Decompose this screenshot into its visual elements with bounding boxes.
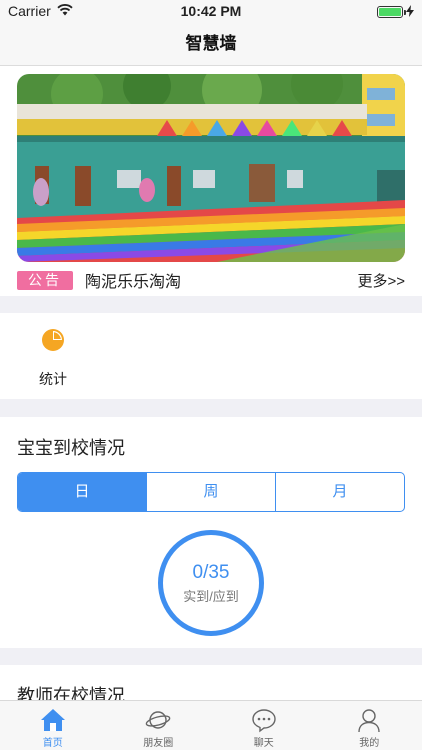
tab-bar: 首页 朋友圈 聊天 我的 [0, 700, 422, 750]
nav-bar: 智慧墙 [0, 22, 422, 66]
planet-icon [145, 707, 171, 733]
segment-month[interactable]: 月 [275, 473, 404, 511]
tab-home-label: 首页 [42, 738, 63, 749]
home-icon [40, 707, 66, 733]
section-divider [0, 648, 422, 665]
section-divider [0, 399, 422, 417]
notice-text[interactable]: 陶泥乐乐淘淘 [85, 268, 357, 292]
notice-row[interactable]: 公告 陶泥乐乐淘淘 更多>> [17, 268, 405, 292]
tab-profile[interactable]: 我的 [317, 701, 422, 750]
tab-moments[interactable]: 朋友圈 [106, 701, 212, 750]
battery-icon [377, 6, 406, 18]
stats-label: 统计 [39, 371, 67, 387]
chat-bubble-icon [251, 707, 277, 733]
attendance-caption: 实到/应到 [183, 588, 239, 604]
page-title: 智慧墙 [185, 34, 237, 53]
tab-chat-label: 聊天 [253, 738, 274, 749]
clock: 10:42 PM [180, 3, 242, 19]
banner-image[interactable] [17, 74, 405, 262]
person-icon [356, 707, 382, 733]
segment-day[interactable]: 日 [18, 473, 146, 511]
tab-moments-label: 朋友圈 [143, 738, 174, 749]
segment-week[interactable]: 周 [146, 473, 275, 511]
period-segmented-control: 日 周 月 [17, 472, 405, 512]
attendance-ring: 0/35 实到/应到 [158, 530, 264, 636]
attendance-count: 0/35 [192, 561, 230, 583]
charging-bolt-icon [406, 4, 414, 20]
notice-badge: 公告 [17, 270, 73, 290]
notice-more-link[interactable]: 更多>> [357, 270, 405, 291]
pie-chart-icon [41, 328, 65, 357]
attendance-title: 宝宝到校情况 [17, 438, 125, 458]
status-bar: Carrier 10:42 PM [0, 0, 422, 22]
tab-chat[interactable]: 聊天 [211, 701, 317, 750]
tab-home[interactable]: 首页 [0, 701, 106, 750]
status-right [377, 4, 414, 20]
tab-profile-label: 我的 [359, 738, 380, 749]
stats-button[interactable]: 统计 [36, 328, 70, 389]
section-divider [0, 296, 422, 313]
